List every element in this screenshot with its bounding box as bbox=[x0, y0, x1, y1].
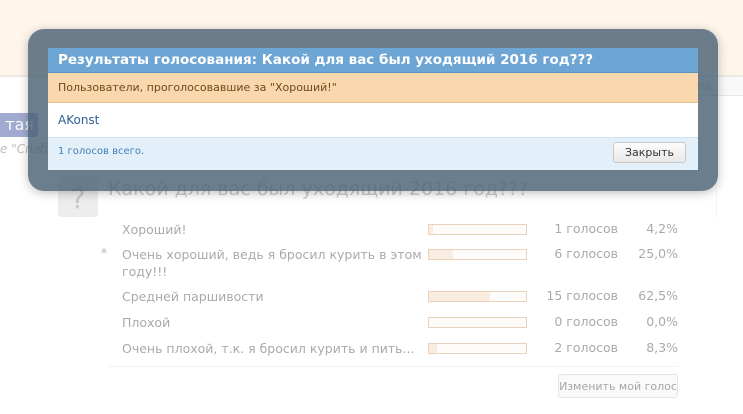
total-votes-text: 1 голосов всего. bbox=[58, 146, 145, 157]
dialog-footer: 1 голосов всего. Закрыть bbox=[48, 137, 698, 170]
poll-voters-dialog: Результаты голосования: Какой для вас бы… bbox=[48, 48, 698, 170]
voter-list: AKonst bbox=[48, 103, 698, 137]
dialog-subtitle: Пользователи, проголосовавшие за "Хороши… bbox=[48, 73, 698, 103]
dialog-title: Результаты голосования: Какой для вас бы… bbox=[48, 48, 698, 73]
close-button[interactable]: Закрыть bbox=[613, 142, 686, 163]
voter-link[interactable]: AKonst bbox=[58, 113, 99, 127]
